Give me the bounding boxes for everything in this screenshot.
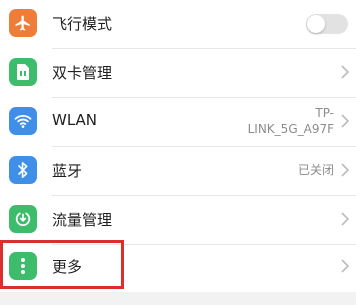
bluetooth-icon [9, 156, 37, 184]
airplane-mode-row[interactable]: 飞行模式 [0, 0, 356, 49]
airplane-icon [9, 9, 37, 37]
dual-sim-row[interactable]: 双卡管理 [0, 49, 356, 98]
wifi-icon [9, 107, 37, 135]
toggle-knob [307, 15, 325, 33]
chevron-right-icon [341, 212, 350, 226]
bluetooth-row[interactable]: 蓝牙 已关闭 [0, 147, 356, 196]
more-highlight-box [0, 240, 124, 289]
wlan-row[interactable]: WLAN TP- LINK_5G_A97F [0, 98, 356, 147]
chevron-right-icon [341, 114, 350, 128]
airplane-mode-toggle[interactable] [306, 14, 348, 34]
airplane-mode-label: 飞行模式 [52, 15, 113, 33]
data-usage-row[interactable]: 流量管理 [0, 196, 356, 245]
wlan-network-name-line1: TP- [315, 106, 334, 120]
sim-card-icon [9, 58, 37, 86]
wlan-network-name-line2: LINK_5G_A97F [247, 122, 334, 136]
bluetooth-status: 已关闭 [297, 163, 334, 177]
chevron-right-icon [341, 65, 350, 79]
chevron-right-icon [341, 259, 350, 273]
data-usage-icon [9, 205, 37, 233]
data-usage-label: 流量管理 [52, 211, 113, 229]
wlan-label: WLAN [52, 111, 98, 129]
bluetooth-label: 蓝牙 [52, 162, 83, 180]
chevron-right-icon [341, 163, 350, 177]
dual-sim-label: 双卡管理 [52, 64, 113, 82]
